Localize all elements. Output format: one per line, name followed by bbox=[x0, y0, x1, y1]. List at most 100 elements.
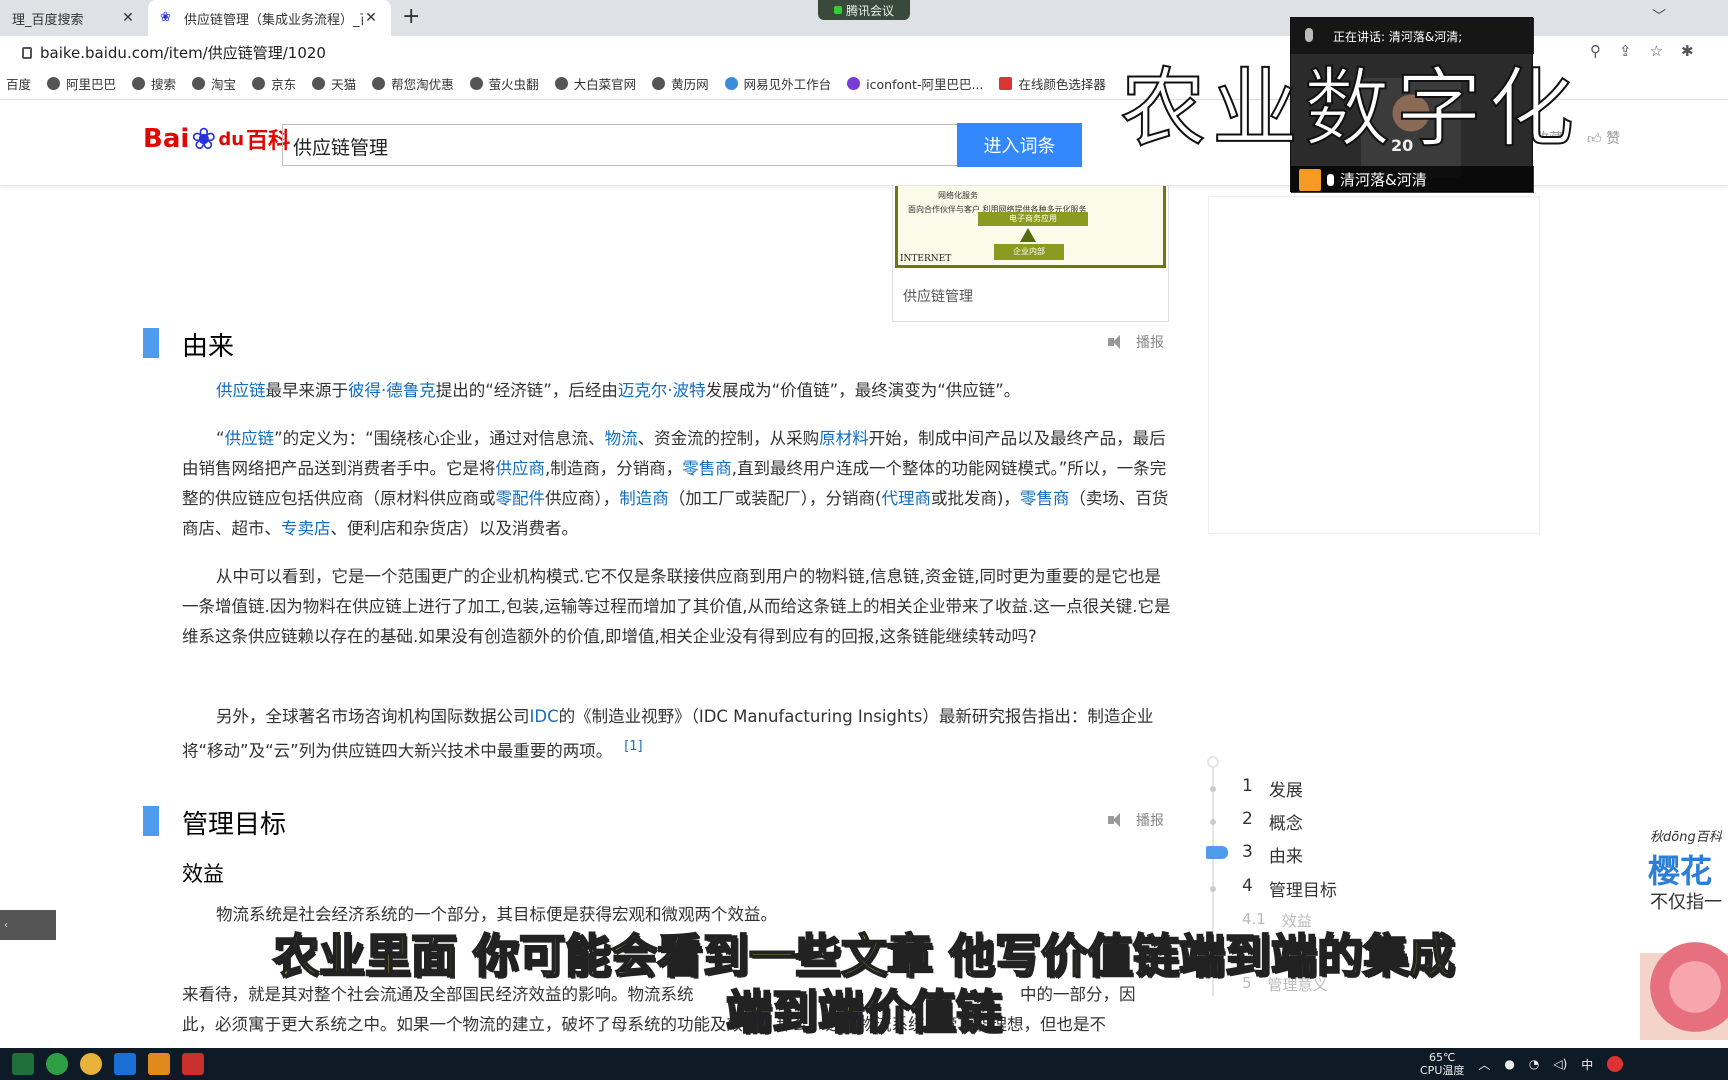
section-title-origin: 由来 bbox=[182, 332, 235, 362]
link[interactable]: 供应商 bbox=[496, 459, 546, 478]
new-tab-icon[interactable]: + bbox=[402, 4, 420, 29]
start-app-icon[interactable] bbox=[12, 1053, 34, 1075]
chrome-icon[interactable] bbox=[80, 1053, 102, 1075]
bookmark-item[interactable]: 大白菜官网 bbox=[554, 74, 636, 93]
bookmark-item[interactable]: 在线颜色选择器 bbox=[999, 74, 1106, 93]
close-icon[interactable]: ✕ bbox=[120, 10, 136, 26]
globe-icon bbox=[252, 77, 266, 90]
paragraph: 从中可以看到，它是一个范围更广的企业机构模式.它不仅是条联接供应商到用户的物料链… bbox=[182, 567, 1171, 646]
powerpoint-icon[interactable] bbox=[182, 1053, 204, 1075]
bookmark-item[interactable]: 黄历网 bbox=[652, 74, 709, 93]
paragraph: 供应链最早来源于彼得·德鲁克提出的“经济链”，后经由迈克尔·波特发展成为“价值链… bbox=[216, 381, 1021, 400]
baike-logo[interactable]: Bai ❀ du 百科 bbox=[143, 118, 290, 160]
side-ad-card bbox=[1208, 196, 1540, 534]
url-field[interactable]: baike.baidu.com/item/供应链管理/1020 bbox=[22, 42, 326, 63]
globe-icon bbox=[652, 77, 666, 90]
link[interactable]: 零售商 bbox=[1020, 489, 1070, 508]
cpu-temp[interactable]: 65℃ CPU温度 bbox=[1420, 1051, 1464, 1077]
close-icon[interactable]: ✕ bbox=[363, 10, 379, 26]
netease-icon bbox=[724, 77, 738, 90]
app-icon[interactable] bbox=[148, 1053, 170, 1075]
bookmark-item[interactable]: 帮您淘优惠 bbox=[372, 74, 454, 93]
color-picker-icon bbox=[999, 77, 1013, 90]
like-button[interactable]: 👍︎ 赞 bbox=[1587, 128, 1620, 148]
link[interactable]: 零售商 bbox=[682, 459, 732, 478]
link[interactable]: 彼得·德鲁克 bbox=[348, 381, 436, 400]
zoom-icon[interactable]: ⚲ bbox=[1590, 42, 1601, 60]
network-icon[interactable]: ◔ bbox=[1529, 1057, 1539, 1071]
link[interactable]: 供应链 bbox=[216, 381, 266, 400]
link[interactable]: IDC bbox=[530, 707, 559, 726]
bookmark-item[interactable]: 阿里巴巴 bbox=[47, 74, 116, 93]
wechat-icon[interactable] bbox=[46, 1053, 68, 1075]
tab-title: 理_百度搜索 bbox=[12, 12, 84, 28]
section-marker bbox=[143, 806, 159, 836]
lock-icon[interactable] bbox=[22, 46, 32, 59]
bookmark-item[interactable]: 搜索 bbox=[132, 74, 176, 93]
link[interactable]: 迈克尔·波特 bbox=[618, 381, 706, 400]
mic-icon[interactable]: ● bbox=[1504, 1057, 1514, 1071]
toc-item-origin[interactable]: 3 由来 bbox=[1206, 842, 1303, 867]
enter-entry-button[interactable]: 进入词条 bbox=[957, 123, 1082, 167]
bookmark-item[interactable]: 网易见外工作台 bbox=[724, 74, 831, 93]
toc-top-icon[interactable] bbox=[1207, 756, 1219, 768]
windows-taskbar: 65℃ CPU温度 ︿ ● ◔ ◁) 中 bbox=[0, 1048, 1728, 1080]
supply-chain-figure[interactable]: 网络化服务 面向合作伙伴与客户 利用网络提供各种多元化服务 电子商务应用 企业内… bbox=[895, 186, 1166, 268]
bookmark-item[interactable]: 京东 bbox=[252, 74, 296, 93]
bookmark-item[interactable]: 百度 bbox=[6, 74, 31, 93]
bookmark-item[interactable]: 淘宝 bbox=[192, 74, 236, 93]
link[interactable]: 代理商 bbox=[881, 489, 931, 508]
user-icon bbox=[1299, 168, 1321, 191]
chevron-up-icon[interactable]: ︿ bbox=[1478, 1056, 1490, 1073]
meeting-indicator[interactable]: 腾讯会议 bbox=[818, 0, 910, 20]
paragraph: “供应链”的定义为：“围绕核心企业，通过对信息流、物流、资金流的控制，从采购原材… bbox=[182, 429, 1169, 538]
meeting-app-icon[interactable] bbox=[114, 1053, 136, 1075]
notification-icon[interactable] bbox=[1607, 1056, 1624, 1072]
recording-icon bbox=[833, 6, 842, 14]
report-button[interactable]: 播报 bbox=[1136, 332, 1164, 352]
tab-baidu-search[interactable]: 理_百度搜索 ✕ bbox=[0, 0, 148, 36]
toc-item-concept[interactable]: 2 概念 bbox=[1210, 809, 1303, 834]
section-marker bbox=[143, 328, 159, 358]
subsection-title: 效益 bbox=[182, 862, 224, 886]
globe-icon bbox=[47, 77, 61, 90]
share-icon[interactable]: ⇪ bbox=[1619, 42, 1632, 60]
search-input[interactable]: 供应链管理 bbox=[282, 124, 958, 166]
meeting-label: 腾讯会议 bbox=[845, 3, 894, 18]
link[interactable]: 制造商 bbox=[619, 489, 669, 508]
volume-icon[interactable]: ◁) bbox=[1553, 1057, 1567, 1071]
link[interactable]: 专卖店 bbox=[281, 519, 331, 538]
bookmark-item[interactable]: iconfont-阿里巴巴... bbox=[847, 74, 983, 93]
ime-indicator[interactable]: 中 bbox=[1581, 1056, 1593, 1073]
globe-icon bbox=[192, 77, 206, 90]
globe-icon bbox=[469, 77, 483, 90]
link[interactable]: 零配件 bbox=[496, 489, 546, 508]
video-overlay-title: 农业数字化 bbox=[1119, 58, 1580, 160]
speaker-icon[interactable] bbox=[1108, 335, 1126, 349]
report-button[interactable]: 播报 bbox=[1136, 810, 1164, 830]
star-icon[interactable]: ☆ bbox=[1650, 42, 1663, 60]
speaker-icon[interactable] bbox=[1108, 813, 1126, 827]
toc-item-development[interactable]: 1 发展 bbox=[1210, 776, 1303, 801]
link[interactable]: 供应链 bbox=[225, 429, 275, 448]
thumb-up-icon: 👍︎ bbox=[1587, 131, 1602, 147]
globe-icon bbox=[554, 77, 568, 90]
extensions-icon[interactable]: ✱ bbox=[1681, 42, 1694, 60]
link[interactable]: 原材料 bbox=[819, 429, 869, 448]
tab-supply-chain[interactable]: ❀ 供应链管理（集成业务流程）_百 ✕ bbox=[148, 0, 391, 36]
chevron-down-icon[interactable]: ﹀ bbox=[1652, 6, 1666, 26]
arrow-up-icon bbox=[1020, 228, 1036, 242]
link[interactable]: 物流 bbox=[605, 429, 638, 448]
bookmark-item[interactable]: 天猫 bbox=[312, 74, 356, 93]
section-title-goals: 管理目标 bbox=[182, 810, 287, 840]
baidu-paw-icon: ❀ bbox=[160, 10, 171, 25]
bookmark-item[interactable]: 萤火虫翻 bbox=[469, 74, 539, 93]
section-tools: 播报 bbox=[1108, 332, 1164, 352]
paw-icon: ❀ bbox=[191, 121, 217, 157]
paragraph: 另外，全球著名市场咨询机构国际数据公司IDC的《制造业视野》（IDC Manuf… bbox=[182, 707, 1154, 761]
participant-name-bar: 清河落&河清 bbox=[1291, 166, 1534, 193]
globe-icon bbox=[312, 77, 326, 90]
section-tools: 播报 bbox=[1108, 810, 1164, 830]
toc-item-goals[interactable]: 4 管理目标 bbox=[1210, 876, 1337, 901]
reference-link[interactable]: [1] bbox=[624, 739, 642, 754]
